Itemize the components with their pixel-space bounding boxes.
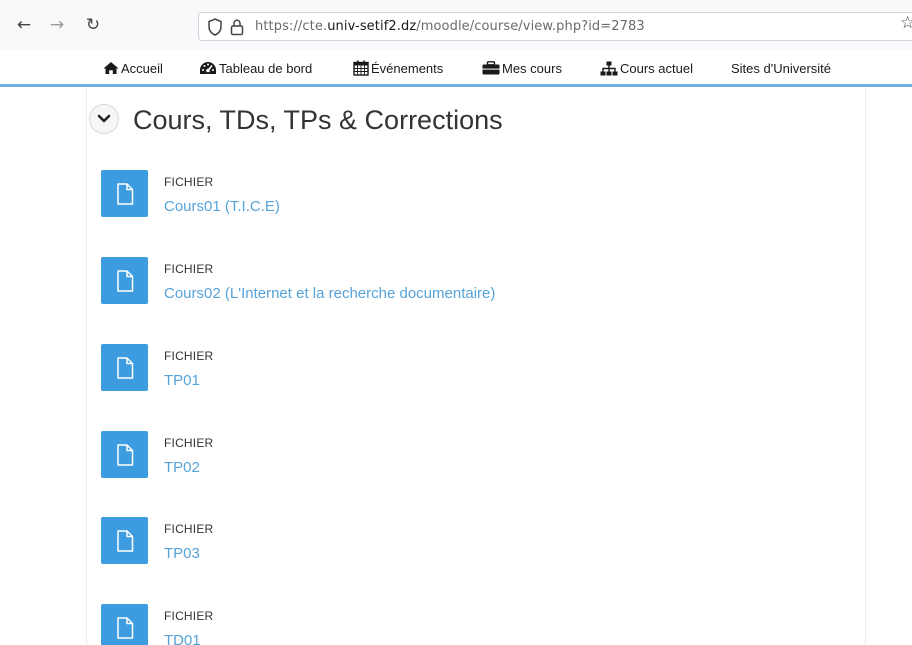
activity-type-label: FICHIER [164, 262, 214, 276]
activity-link[interactable]: Cours01 (T.I.C.E) [164, 198, 280, 215]
back-button[interactable]: ← [14, 15, 34, 35]
activity-link[interactable]: Cours02 (L'Internet et la recherche docu… [164, 285, 495, 302]
activity-link[interactable]: TP03 [164, 545, 200, 562]
nav-item-accueil[interactable]: Accueil [103, 58, 163, 78]
chevron-down-icon [97, 114, 111, 123]
nav-item-cours-actuel[interactable]: Cours actuel [600, 58, 693, 78]
calendar-icon [353, 60, 369, 76]
activity-item: FICHIER Cours01 (T.I.C.E) [101, 170, 801, 222]
reload-button[interactable]: ↻ [83, 15, 103, 35]
activity-type-label: FICHIER [164, 436, 214, 450]
file-icon[interactable] [101, 604, 148, 645]
briefcase-icon [482, 61, 500, 75]
sitemap-icon [600, 61, 618, 75]
site-navbar: Accueil Tableau de bord Événements Mes c… [0, 50, 912, 87]
forward-button[interactable]: → [47, 15, 67, 35]
browser-toolbar: ← → ↻ https://cte.univ-setif2.dz/moodle/… [0, 0, 912, 50]
activity-item: FICHIER TD01 [101, 604, 801, 645]
activity-link[interactable]: TD01 [164, 632, 201, 645]
activity-link[interactable]: TP01 [164, 372, 200, 389]
activity-item: FICHIER Cours02 (L'Internet et la recher… [101, 257, 801, 309]
activity-type-label: FICHIER [164, 349, 214, 363]
bookmark-star-icon[interactable]: ☆ [900, 13, 912, 33]
course-section: Cours, TDs, TPs & Corrections FICHIER Co… [86, 87, 866, 645]
nav-item-evenements[interactable]: Événements [353, 58, 443, 78]
activity-type-label: FICHIER [164, 609, 214, 623]
activity-item: FICHIER TP02 [101, 431, 801, 483]
activity-item: FICHIER TP01 [101, 344, 801, 396]
home-icon [103, 62, 119, 74]
activity-link[interactable]: TP02 [164, 459, 200, 476]
file-icon[interactable] [101, 170, 148, 217]
file-icon[interactable] [101, 344, 148, 391]
file-icon[interactable] [101, 257, 148, 304]
nav-item-tableau-de-bord[interactable]: Tableau de bord [199, 58, 312, 78]
shield-icon[interactable] [207, 18, 223, 40]
address-bar[interactable]: https://cte.univ-setif2.dz/moodle/course… [198, 12, 912, 41]
dashboard-icon [200, 62, 216, 74]
section-collapse-toggle[interactable] [89, 104, 119, 134]
nav-item-mes-cours[interactable]: Mes cours [482, 58, 562, 78]
section-title: Cours, TDs, TPs & Corrections [133, 105, 503, 135]
activity-item: FICHIER TP03 [101, 517, 801, 569]
file-icon[interactable] [101, 517, 148, 564]
activity-type-label: FICHIER [164, 522, 214, 536]
activity-type-label: FICHIER [164, 175, 214, 189]
nav-item-sites-universite[interactable]: Sites d'Université [731, 58, 831, 78]
lock-icon[interactable] [230, 18, 244, 40]
url-text[interactable]: https://cte.univ-setif2.dz/moodle/course… [255, 19, 645, 34]
file-icon[interactable] [101, 431, 148, 478]
